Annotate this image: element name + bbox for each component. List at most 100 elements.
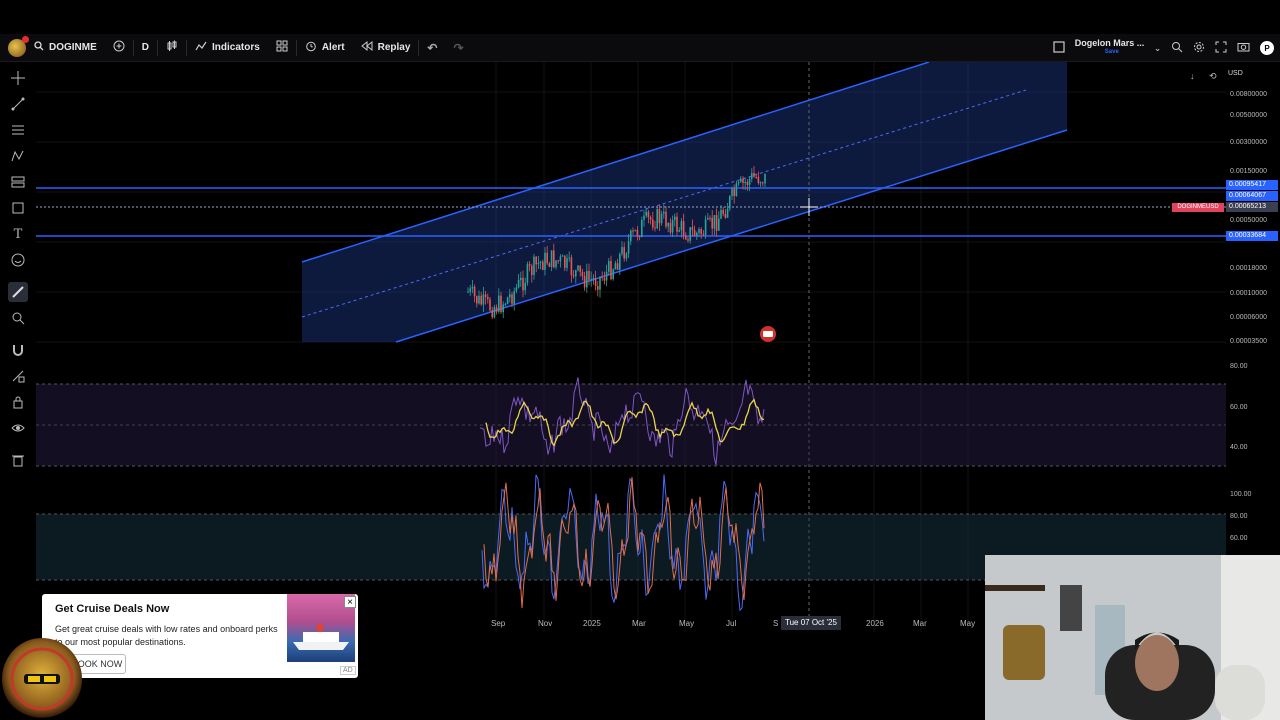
profile-avatar-icon[interactable] — [8, 35, 29, 57]
candle-body — [627, 241, 630, 254]
time-axis-label: Sep — [491, 619, 506, 628]
crosshair-icon[interactable] — [8, 68, 28, 88]
time-axis-label: Mar — [632, 619, 646, 628]
candle-body — [742, 178, 744, 183]
candle-body — [548, 263, 551, 267]
candle-body — [704, 219, 707, 236]
layout-name-button[interactable]: Dogelon Mars ... Save — [1075, 39, 1145, 57]
zoom-icon[interactable] — [8, 308, 28, 328]
candle-body — [476, 296, 478, 304]
search-icon — [34, 41, 44, 54]
candle-body — [487, 296, 489, 300]
candle-body — [506, 297, 509, 304]
time-axis-label: Mar — [913, 619, 927, 628]
candle-body — [500, 295, 502, 313]
price-scale-label: 0.00003500 — [1230, 338, 1267, 345]
candle-body — [751, 173, 753, 179]
quick-search-icon[interactable] — [1171, 41, 1183, 56]
currency-selector[interactable]: USD — [1228, 70, 1243, 77]
candle-body — [561, 255, 564, 257]
shape-icon[interactable] — [8, 198, 28, 218]
candle-body — [568, 257, 570, 259]
candle-body — [656, 209, 658, 229]
candle-body — [720, 209, 722, 219]
chart-type-button[interactable] — [158, 34, 186, 61]
compare-button[interactable] — [105, 34, 133, 61]
notification-badge — [22, 35, 29, 43]
chart-canvas[interactable]: ↓ ⟲ — [36, 61, 1226, 632]
lock-drawing-icon[interactable] — [8, 366, 28, 386]
price-scale-label: 0.00010000 — [1230, 290, 1267, 297]
chart-svg[interactable]: ↓ ⟲ — [36, 61, 1226, 632]
lock-icon[interactable] — [8, 392, 28, 412]
candle-body — [522, 277, 524, 291]
candle-body — [641, 219, 643, 238]
forecast-icon[interactable] — [8, 172, 28, 192]
time-axis-label: May — [679, 619, 695, 628]
candle-body — [638, 236, 641, 238]
templates-button[interactable] — [268, 34, 296, 61]
price-tag-label: 0.00064067 — [1226, 191, 1278, 201]
candle-body — [559, 256, 562, 262]
candle-body — [517, 279, 520, 288]
candle-body — [735, 183, 738, 197]
symbol-search[interactable]: DOGINME — [26, 34, 105, 61]
replay-button[interactable]: Replay — [353, 34, 419, 61]
settings-gear-icon[interactable] — [1193, 41, 1205, 56]
candle-body — [636, 229, 639, 237]
candle-body — [702, 234, 705, 236]
undo-button[interactable]: ↶ — [419, 34, 445, 61]
eye-icon[interactable] — [8, 418, 28, 438]
candle-body — [502, 304, 504, 313]
candle-body — [711, 217, 713, 229]
camera-icon[interactable] — [1237, 41, 1250, 55]
emoji-icon[interactable] — [8, 250, 28, 270]
candle-body — [660, 213, 663, 224]
redo-button[interactable]: ↷ — [445, 34, 471, 61]
chevron-down-icon[interactable]: ⌄ — [1154, 44, 1161, 53]
candle-body — [740, 178, 742, 182]
candle-body — [524, 282, 526, 291]
scale-controls[interactable]: ↓ ⟲ — [1190, 71, 1217, 81]
candle-body — [689, 227, 691, 241]
candle-body — [504, 303, 507, 305]
interval-label: D — [141, 42, 150, 53]
interval-button[interactable]: D — [134, 34, 157, 61]
trash-icon[interactable] — [8, 450, 28, 470]
alert-button[interactable]: Alert — [297, 34, 353, 61]
candle-body — [718, 218, 720, 231]
candle-body — [601, 276, 603, 278]
close-icon[interactable]: × — [344, 596, 356, 608]
publish-button[interactable]: P — [1260, 41, 1274, 55]
candle-body — [586, 270, 588, 288]
magnet-icon[interactable] — [8, 340, 28, 360]
candle-body — [713, 215, 716, 229]
ruler-icon[interactable] — [8, 282, 28, 302]
fullscreen-icon[interactable] — [1215, 41, 1227, 56]
candle-body — [539, 261, 542, 263]
text-icon[interactable]: T — [8, 224, 28, 244]
price-scale[interactable]: USD 0.00800000 0.00500000 0.00300000 0.0015… — [1226, 62, 1280, 622]
channel-mid-line — [301, 89, 1027, 318]
layout-square-icon[interactable] — [1053, 40, 1065, 56]
candle-body — [665, 211, 667, 227]
pattern-icon[interactable] — [8, 146, 28, 166]
candle-body — [674, 216, 676, 221]
candle-body — [616, 263, 619, 270]
price-scale-label: 0.00018000 — [1230, 265, 1267, 272]
candle-body — [753, 173, 755, 177]
candle-body — [731, 188, 733, 196]
fib-icon[interactable] — [8, 120, 28, 140]
indicators-button[interactable]: Indicators — [187, 34, 268, 61]
candle-body — [729, 195, 731, 209]
candle-body — [612, 269, 614, 280]
price-scale-label: 0.00006000 — [1230, 314, 1267, 321]
candle-body — [597, 286, 599, 290]
candle-body — [614, 263, 617, 270]
trendline-icon[interactable] — [8, 94, 28, 114]
symbol-price-tag: DOGINMEUSD — [1172, 203, 1224, 212]
replay-label: Replay — [377, 42, 411, 53]
candle-body — [531, 265, 533, 275]
ad-banner[interactable]: Get Cruise Deals Now Get great cruise de… — [42, 594, 358, 678]
candle-body — [757, 177, 760, 184]
